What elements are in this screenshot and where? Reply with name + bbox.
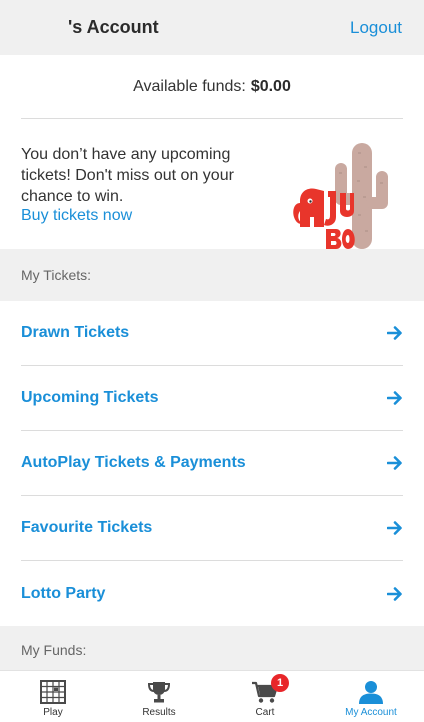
arrow-right-icon <box>387 586 402 601</box>
drawn-tickets-item[interactable]: Drawn Tickets <box>21 301 403 366</box>
logout-link[interactable]: Logout <box>350 18 402 38</box>
lotto-party-item[interactable]: Lotto Party <box>21 561 403 626</box>
tab-label: Play <box>43 707 63 718</box>
app-header: 's Account Logout <box>0 0 424 55</box>
bottom-tab-bar: Play Results 1 Cart My Account <box>0 670 424 722</box>
tab-play[interactable]: Play <box>0 671 106 722</box>
autoplay-tickets-item[interactable]: AutoPlay Tickets & Payments <box>21 431 403 496</box>
funds-label: Available funds: <box>133 77 246 95</box>
page-title: 's Account <box>68 17 159 37</box>
tab-label: My Account <box>345 707 397 718</box>
buy-tickets-link[interactable]: Buy tickets now <box>21 207 132 225</box>
no-tickets-promo: You don’t have any upcoming tickets! Don… <box>0 119 424 249</box>
promo-message: You don’t have any upcoming tickets! Don… <box>21 146 234 205</box>
list-item-label: Upcoming Tickets <box>21 389 159 406</box>
list-item-label: Lotto Party <box>21 584 106 602</box>
lottery-grid-icon <box>40 680 66 704</box>
my-tickets-heading: My Tickets: <box>0 249 424 301</box>
available-funds: Available funds: $0.00 <box>21 55 403 119</box>
arrow-right-icon <box>387 391 402 405</box>
upcoming-tickets-item[interactable]: Upcoming Tickets <box>21 366 403 431</box>
cart-count-badge: 1 <box>271 674 289 692</box>
arrow-right-icon <box>387 326 402 340</box>
favourite-tickets-item[interactable]: Favourite Tickets <box>21 496 403 561</box>
jumbo-elephant-cactus-logo-icon <box>293 143 388 249</box>
tab-my-account[interactable]: My Account <box>318 671 424 722</box>
list-item-label: Drawn Tickets <box>21 324 130 341</box>
my-tickets-list: Drawn Tickets Upcoming Tickets AutoPlay … <box>0 301 424 626</box>
trophy-icon <box>147 682 171 703</box>
tab-cart[interactable]: 1 Cart <box>212 671 318 722</box>
list-item-label: AutoPlay Tickets & Payments <box>21 454 246 471</box>
tab-label: Results <box>142 707 176 718</box>
funds-amount: $0.00 <box>250 77 291 95</box>
user-icon <box>359 681 383 704</box>
my-funds-heading: My Funds: <box>0 626 424 670</box>
tab-label: Cart <box>255 707 275 718</box>
arrow-right-icon <box>387 521 402 535</box>
tab-results[interactable]: Results <box>106 671 212 722</box>
list-item-label: Favourite Tickets <box>21 519 153 536</box>
arrow-right-icon <box>387 456 402 470</box>
